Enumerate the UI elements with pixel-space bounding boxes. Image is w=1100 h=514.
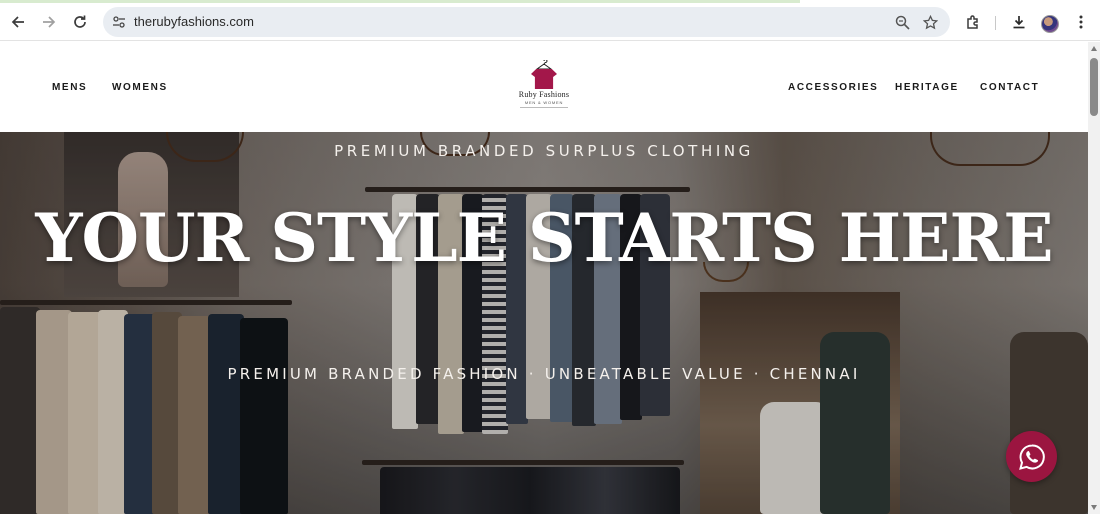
logo-brand-name: Ruby Fashions <box>518 90 570 99</box>
nav-link-womens[interactable]: WOMENS <box>112 82 168 93</box>
hero-section: PREMIUM BRANDED SURPLUS CLOTHING YOUR ST… <box>0 132 1088 514</box>
hero-subtitle: PREMIUM BRANDED FASHION · UNBEATABLE VAL… <box>227 365 861 383</box>
extensions-icon[interactable] <box>959 8 987 36</box>
download-icon[interactable] <box>1005 8 1033 36</box>
more-menu-icon[interactable] <box>1067 8 1095 36</box>
url-text[interactable]: therubyfashions.com <box>134 14 254 29</box>
nav-link-heritage[interactable]: HERITAGE <box>895 82 959 93</box>
page-scrollbar[interactable] <box>1088 42 1100 514</box>
browser-toolbar: therubyfashions.com <box>0 3 1100 41</box>
back-arrow-icon[interactable] <box>4 8 32 36</box>
logo-rule <box>520 107 568 108</box>
nav-link-contact[interactable]: CONTACT <box>980 82 1039 93</box>
address-bar[interactable]: therubyfashions.com <box>103 7 950 37</box>
site-info-icon[interactable] <box>107 10 131 34</box>
whatsapp-icon <box>1018 443 1045 470</box>
hanger-icon <box>536 60 552 70</box>
profile-avatar[interactable] <box>1041 15 1059 33</box>
whatsapp-chat-button[interactable] <box>1006 431 1057 482</box>
nav-link-mens[interactable]: MENS <box>52 82 87 93</box>
zoom-icon[interactable] <box>891 11 913 33</box>
shirt-logo-icon <box>531 69 557 89</box>
store-background-image <box>0 132 1088 514</box>
hero-title: YOUR STYLE STARTS HERE <box>35 199 1053 277</box>
hero-kicker: PREMIUM BRANDED SURPLUS CLOTHING <box>334 142 754 160</box>
logo-tagline: MEN & WOMEN <box>524 100 564 105</box>
star-icon[interactable] <box>919 11 941 33</box>
reload-icon[interactable] <box>66 8 94 36</box>
scroll-down-arrow-icon[interactable] <box>1091 505 1097 510</box>
site-header: MENS WOMENS Ruby Fashions MEN & WOMEN AC… <box>0 42 1088 132</box>
toolbar-separator <box>995 16 996 30</box>
scroll-up-arrow-icon[interactable] <box>1091 46 1097 51</box>
site-logo[interactable]: Ruby Fashions MEN & WOMEN <box>514 60 574 116</box>
scrollbar-thumb[interactable] <box>1090 58 1098 116</box>
forward-arrow-icon[interactable] <box>35 8 63 36</box>
nav-link-accessories[interactable]: ACCESSORIES <box>788 82 878 93</box>
